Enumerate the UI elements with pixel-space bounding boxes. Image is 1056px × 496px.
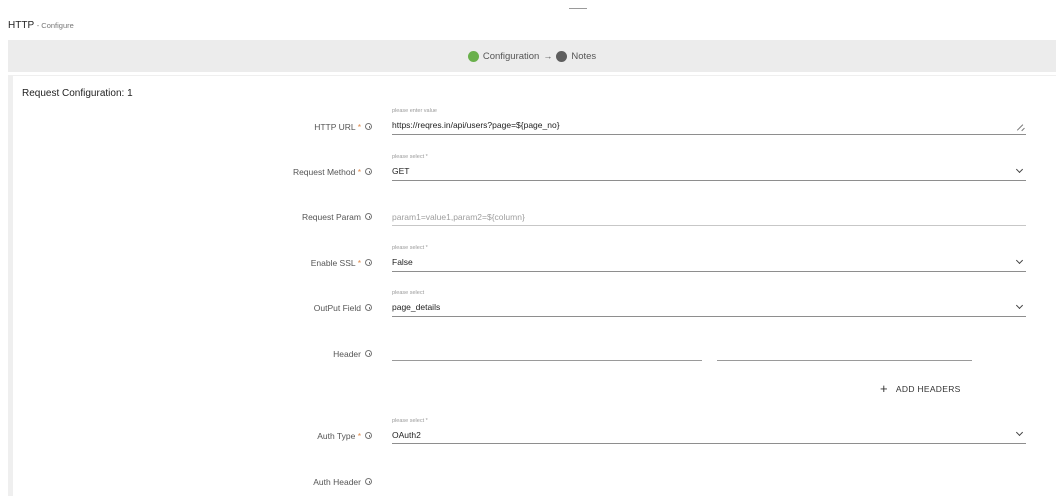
request-param-label: Request Param	[72, 212, 372, 222]
request-method-select[interactable]: please select * GET	[392, 154, 1026, 181]
auth-type-select[interactable]: please select * OAuth2	[392, 418, 1026, 444]
enable-ssl-label: Enable SSL *	[72, 258, 372, 268]
info-icon	[365, 259, 372, 267]
step-configuration[interactable]: Configuration	[483, 51, 540, 62]
enable-ssl-hint: please select *	[392, 245, 428, 251]
header-key-input[interactable]	[392, 360, 702, 361]
header-value-input[interactable]	[717, 360, 972, 361]
http-url-hint: please enter value	[392, 108, 437, 114]
step-configuration-icon	[467, 50, 479, 62]
enable-ssl-select[interactable]: please select * False	[392, 245, 1026, 272]
request-method-hint: please select *	[392, 154, 428, 160]
info-icon	[365, 304, 372, 312]
enable-ssl-value: False	[392, 257, 413, 267]
output-field-label: OutPut Field	[72, 303, 372, 313]
http-url-field[interactable]: please enter value https://reqres.in/api…	[392, 108, 1026, 135]
title-sub: - Configure	[36, 21, 74, 30]
request-param-input[interactable]: param1=value1,param2=${column}	[392, 206, 1026, 226]
step-arrow: →	[543, 51, 553, 61]
add-headers-label: ADD HEADERS	[895, 383, 961, 394]
step-notes[interactable]: Notes	[571, 51, 596, 62]
http-url-value: https://reqres.in/api/users?page=${page_…	[392, 120, 560, 130]
http-url-label: HTTP URL *	[72, 122, 372, 132]
info-icon	[365, 432, 372, 440]
chevron-down-icon[interactable]	[1015, 301, 1024, 310]
info-icon	[365, 168, 372, 176]
auth-type-value: OAuth2	[392, 430, 421, 440]
request-method-value: GET	[392, 166, 410, 176]
chevron-down-icon[interactable]	[1015, 165, 1024, 174]
request-method-label: Request Method *	[72, 167, 372, 177]
info-icon	[365, 350, 372, 358]
info-icon	[365, 123, 372, 131]
header-label: Header	[72, 349, 372, 359]
add-headers-button[interactable]: + ADD HEADERS	[880, 382, 961, 395]
chevron-down-icon[interactable]	[1015, 256, 1024, 265]
chevron-down-icon[interactable]	[1015, 428, 1024, 437]
auth-header-label: Auth Header	[72, 477, 372, 487]
step-notes-icon	[556, 50, 568, 62]
info-icon	[365, 478, 372, 486]
auth-type-label: Auth Type *	[72, 431, 372, 441]
plus-icon: +	[880, 381, 888, 396]
auth-type-hint: please select *	[392, 418, 428, 424]
info-icon	[365, 213, 372, 221]
resize-handle-icon[interactable]	[1017, 124, 1024, 131]
step-bar: Configuration → Notes	[8, 40, 1056, 72]
output-field-value: page_details	[392, 302, 441, 312]
output-field-select[interactable]: please select page_details	[392, 290, 1026, 317]
title-main: HTTP	[8, 20, 34, 31]
request-param-placeholder: param1=value1,param2=${column}	[392, 212, 525, 222]
drag-handle[interactable]	[569, 8, 587, 9]
section-title: Request Configuration: 1	[22, 88, 133, 99]
page-title: HTTP - Configure	[8, 20, 74, 31]
output-field-hint: please select	[392, 290, 425, 296]
